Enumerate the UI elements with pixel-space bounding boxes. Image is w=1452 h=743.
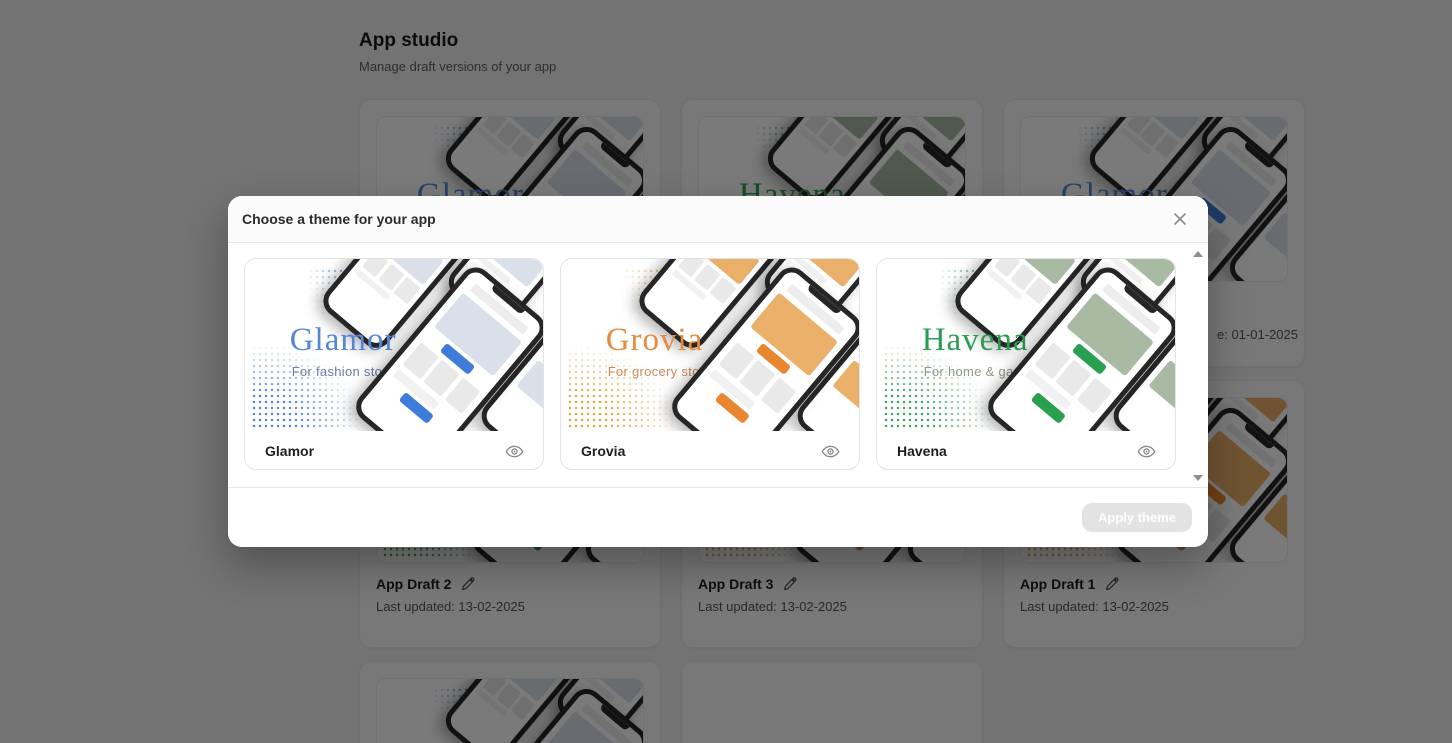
scroll-down-icon[interactable] — [1193, 475, 1203, 481]
close-icon[interactable] — [1168, 207, 1192, 231]
preview-eye-icon[interactable] — [819, 440, 841, 462]
theme-preview-image: Glamor For fashion stores — [245, 259, 543, 431]
choose-theme-modal: Choose a theme for your app Glamor For f… — [228, 196, 1208, 547]
theme-logo-name: Glamor — [290, 324, 401, 357]
scroll-up-icon[interactable] — [1193, 251, 1203, 257]
theme-card-glamor[interactable]: Glamor For fashion stores Glamor — [244, 258, 544, 470]
modal-title: Choose a theme for your app — [242, 211, 436, 227]
modal-scrollbar[interactable] — [1190, 243, 1206, 487]
preview-eye-icon[interactable] — [503, 440, 525, 462]
modal-body: Glamor For fashion stores Glamor Grovia … — [228, 243, 1208, 487]
apply-theme-button[interactable]: Apply theme — [1082, 503, 1192, 532]
theme-preview-image: Havena For home & garden stores — [877, 259, 1175, 431]
theme-preview-image: Grovia For grocery stores — [561, 259, 859, 431]
theme-name: Grovia — [581, 443, 625, 459]
theme-logo-name: Grovia — [606, 324, 719, 357]
modal-footer: Apply theme — [228, 487, 1208, 547]
modal-header: Choose a theme for your app — [228, 196, 1208, 243]
theme-card-grovia[interactable]: Grovia For grocery stores Grovia — [560, 258, 860, 470]
preview-eye-icon[interactable] — [1135, 440, 1157, 462]
theme-card-havena[interactable]: Havena For home & garden stores Havena — [876, 258, 1176, 470]
theme-name: Glamor — [265, 443, 314, 459]
theme-name: Havena — [897, 443, 947, 459]
